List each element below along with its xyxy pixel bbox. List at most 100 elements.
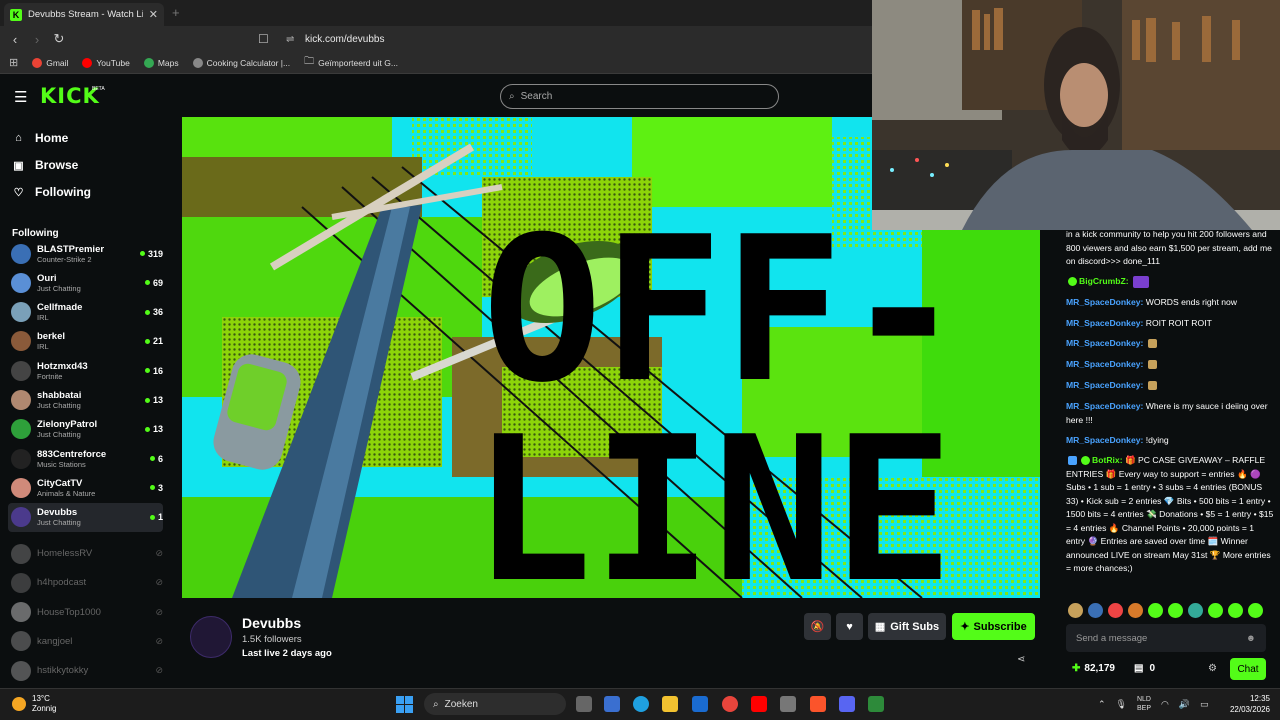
followed-channel-item[interactable]: 883Centreforce Music Stations 6 xyxy=(8,444,163,473)
chat-settings-gear-icon[interactable]: ⚙ xyxy=(1208,663,1217,674)
followed-channel-item-offline[interactable]: h4hpodcast ⊘ xyxy=(8,568,163,597)
emote-icon[interactable] xyxy=(1188,603,1203,618)
nav-home[interactable]: ⌂ Home xyxy=(12,131,68,145)
weather-widget[interactable]: 13°C Zonnig xyxy=(12,694,56,714)
store-icon[interactable] xyxy=(604,696,620,712)
forward-icon[interactable]: › xyxy=(26,32,48,47)
followed-channel-item[interactable]: ZielonyPatrol Just Chatting 13 xyxy=(8,415,163,444)
emote-icon[interactable] xyxy=(1108,603,1123,618)
followed-channel-item-offline[interactable]: kangjoel ⊘ xyxy=(8,627,163,656)
browser-tab[interactable]: K Devubbs Stream - Watch Live on Kick ✕ xyxy=(4,3,164,26)
chat-send-button[interactable]: Chat xyxy=(1230,658,1266,680)
followed-channel-item[interactable]: CityCatTV Animals & Nature 3 xyxy=(8,473,163,502)
youtube-icon[interactable] xyxy=(751,696,767,712)
outlook-icon[interactable] xyxy=(692,696,708,712)
emote-icon[interactable] xyxy=(1128,603,1143,618)
tab-close-icon[interactable]: ✕ xyxy=(149,8,158,21)
live-dot-icon xyxy=(144,426,150,432)
clock-date: 22/03/2026 xyxy=(1229,705,1270,714)
search-input[interactable]: ⌕ Search xyxy=(500,84,779,109)
reload-icon[interactable]: ↻ xyxy=(48,31,70,47)
app-icon[interactable] xyxy=(868,696,884,712)
apps-grid-icon[interactable]: ⊞ xyxy=(9,56,18,69)
followed-channel-item[interactable]: shabbatai Just Chatting 13 xyxy=(8,386,163,415)
channel-item-category: Fortnite xyxy=(37,371,63,381)
channel-points[interactable]: ✚ 82,179 xyxy=(1072,663,1115,674)
pending-counter[interactable]: ▤ 0 xyxy=(1134,663,1155,674)
bookmark-folder[interactable]: 🗀 Geïmporteerd uit G... xyxy=(304,54,398,71)
back-icon[interactable]: ‹ xyxy=(4,32,26,47)
viewer-count: 21 xyxy=(152,336,163,347)
chat-username[interactable]: MR_SpaceDonkey xyxy=(1066,318,1141,328)
chat-username[interactable]: MR_SpaceDonkey xyxy=(1066,435,1141,445)
emote-icon[interactable] xyxy=(1068,603,1083,618)
site-info-icon[interactable]: ⇌ xyxy=(286,34,294,45)
chat-username[interactable]: MR_SpaceDonkey xyxy=(1066,359,1141,369)
emote-icon[interactable] xyxy=(1228,603,1243,618)
chat-username[interactable]: MR_SpaceDonkey xyxy=(1066,338,1141,348)
share-icon[interactable]: ⋖ xyxy=(1017,654,1025,665)
language-indicator[interactable]: NLD BEP xyxy=(1137,695,1151,713)
file-explorer-icon[interactable] xyxy=(662,696,678,712)
followed-channel-item[interactable]: Devubbs Just Chatting 1 xyxy=(8,502,163,532)
bookmark-maps[interactable]: Maps xyxy=(143,57,179,68)
emote-icon[interactable] xyxy=(1168,603,1183,618)
kick-favicon-icon: K xyxy=(10,8,22,21)
volume-icon[interactable]: 🔊 xyxy=(1179,699,1190,710)
calculator-icon[interactable] xyxy=(780,696,796,712)
emote-icon[interactable] xyxy=(1088,603,1103,618)
followed-channel-item[interactable]: Cellfmade IRL 36 xyxy=(8,298,163,327)
followed-channel-item[interactable]: Hotzmxd43 Fortnite 16 xyxy=(8,356,163,385)
emote-icon xyxy=(1147,339,1157,349)
followed-channel-item[interactable]: Ouri Just Chatting 69 xyxy=(8,268,163,297)
followed-channel-item[interactable]: berkel IRL 21 xyxy=(8,327,163,356)
wifi-icon[interactable]: ◠ xyxy=(1161,699,1169,710)
emoji-icon[interactable]: ☻ xyxy=(1246,633,1256,644)
follow-button[interactable]: ♥ xyxy=(836,613,863,640)
emote-icon[interactable] xyxy=(1248,603,1263,618)
battery-icon[interactable]: ▭ xyxy=(1200,699,1209,710)
emote-icon[interactable] xyxy=(1208,603,1223,618)
chat-username[interactable]: MR_SpaceDonkey xyxy=(1066,297,1141,307)
hamburger-menu-icon[interactable]: ☰ xyxy=(14,88,27,106)
subscribe-button[interactable]: ✦ Subscribe xyxy=(952,613,1035,640)
chat-username[interactable]: BigCrumbZ xyxy=(1079,276,1126,286)
microphone-icon[interactable]: 🎙 xyxy=(1116,699,1127,710)
task-view-icon[interactable] xyxy=(576,696,592,712)
edge-icon[interactable] xyxy=(633,696,649,712)
bookmark-cooking[interactable]: Cooking Calculator |... xyxy=(192,57,290,68)
bookmark-label: Maps xyxy=(157,57,179,68)
nav-browse[interactable]: ▣ Browse xyxy=(12,158,78,172)
url-field[interactable]: kick.com/devubbs xyxy=(305,34,384,45)
clock[interactable]: 12:35 22/03/2026 xyxy=(1222,693,1270,715)
nav-following[interactable]: ♡ Following xyxy=(12,185,91,199)
bookmark-youtube[interactable]: YouTube xyxy=(82,57,130,68)
chevron-up-icon[interactable]: ⌃ xyxy=(1098,699,1106,710)
chat-message-input[interactable]: Send a message ☻ xyxy=(1066,624,1266,652)
followed-channel-item-offline[interactable]: hstikkytokky ⊘ xyxy=(8,656,163,685)
offline-icon: ⊘ xyxy=(155,548,163,558)
brave-icon[interactable] xyxy=(810,696,826,712)
new-tab-button[interactable]: + xyxy=(172,5,180,20)
followed-channel-item-offline[interactable]: HouseTop1000 ⊘ xyxy=(8,598,163,627)
followed-channel-item[interactable]: BLASTPremier Counter-Strike 2 319 xyxy=(8,239,163,268)
chat-username[interactable]: BotRix xyxy=(1092,455,1120,465)
kick-logo[interactable]: KICK xyxy=(40,84,100,108)
bookmark-icon[interactable]: ☐ xyxy=(258,32,269,46)
emote-icon[interactable] xyxy=(1148,603,1163,618)
chat-message: BigCrumbZ: xyxy=(1066,275,1274,289)
channel-name[interactable]: Devubbs xyxy=(242,615,301,631)
channel-avatar[interactable] xyxy=(190,616,232,658)
search-icon: ⌕ xyxy=(433,698,439,710)
discord-icon[interactable] xyxy=(839,696,855,712)
taskbar-search[interactable]: ⌕ Zoeken xyxy=(424,693,566,715)
live-dot-icon xyxy=(144,280,150,286)
gift-subs-button[interactable]: ▦ Gift Subs xyxy=(868,613,946,640)
followed-channel-item-offline[interactable]: HomelessRV ⊘ xyxy=(8,539,163,568)
chrome-icon[interactable] xyxy=(722,696,738,712)
windows-start-icon[interactable] xyxy=(396,696,413,713)
chat-username[interactable]: MR_SpaceDonkey xyxy=(1066,380,1141,390)
bookmark-gmail[interactable]: Gmail xyxy=(32,57,68,68)
chat-username[interactable]: MR_SpaceDonkey xyxy=(1066,401,1141,411)
notifications-button[interactable]: 🔕 xyxy=(804,613,831,640)
